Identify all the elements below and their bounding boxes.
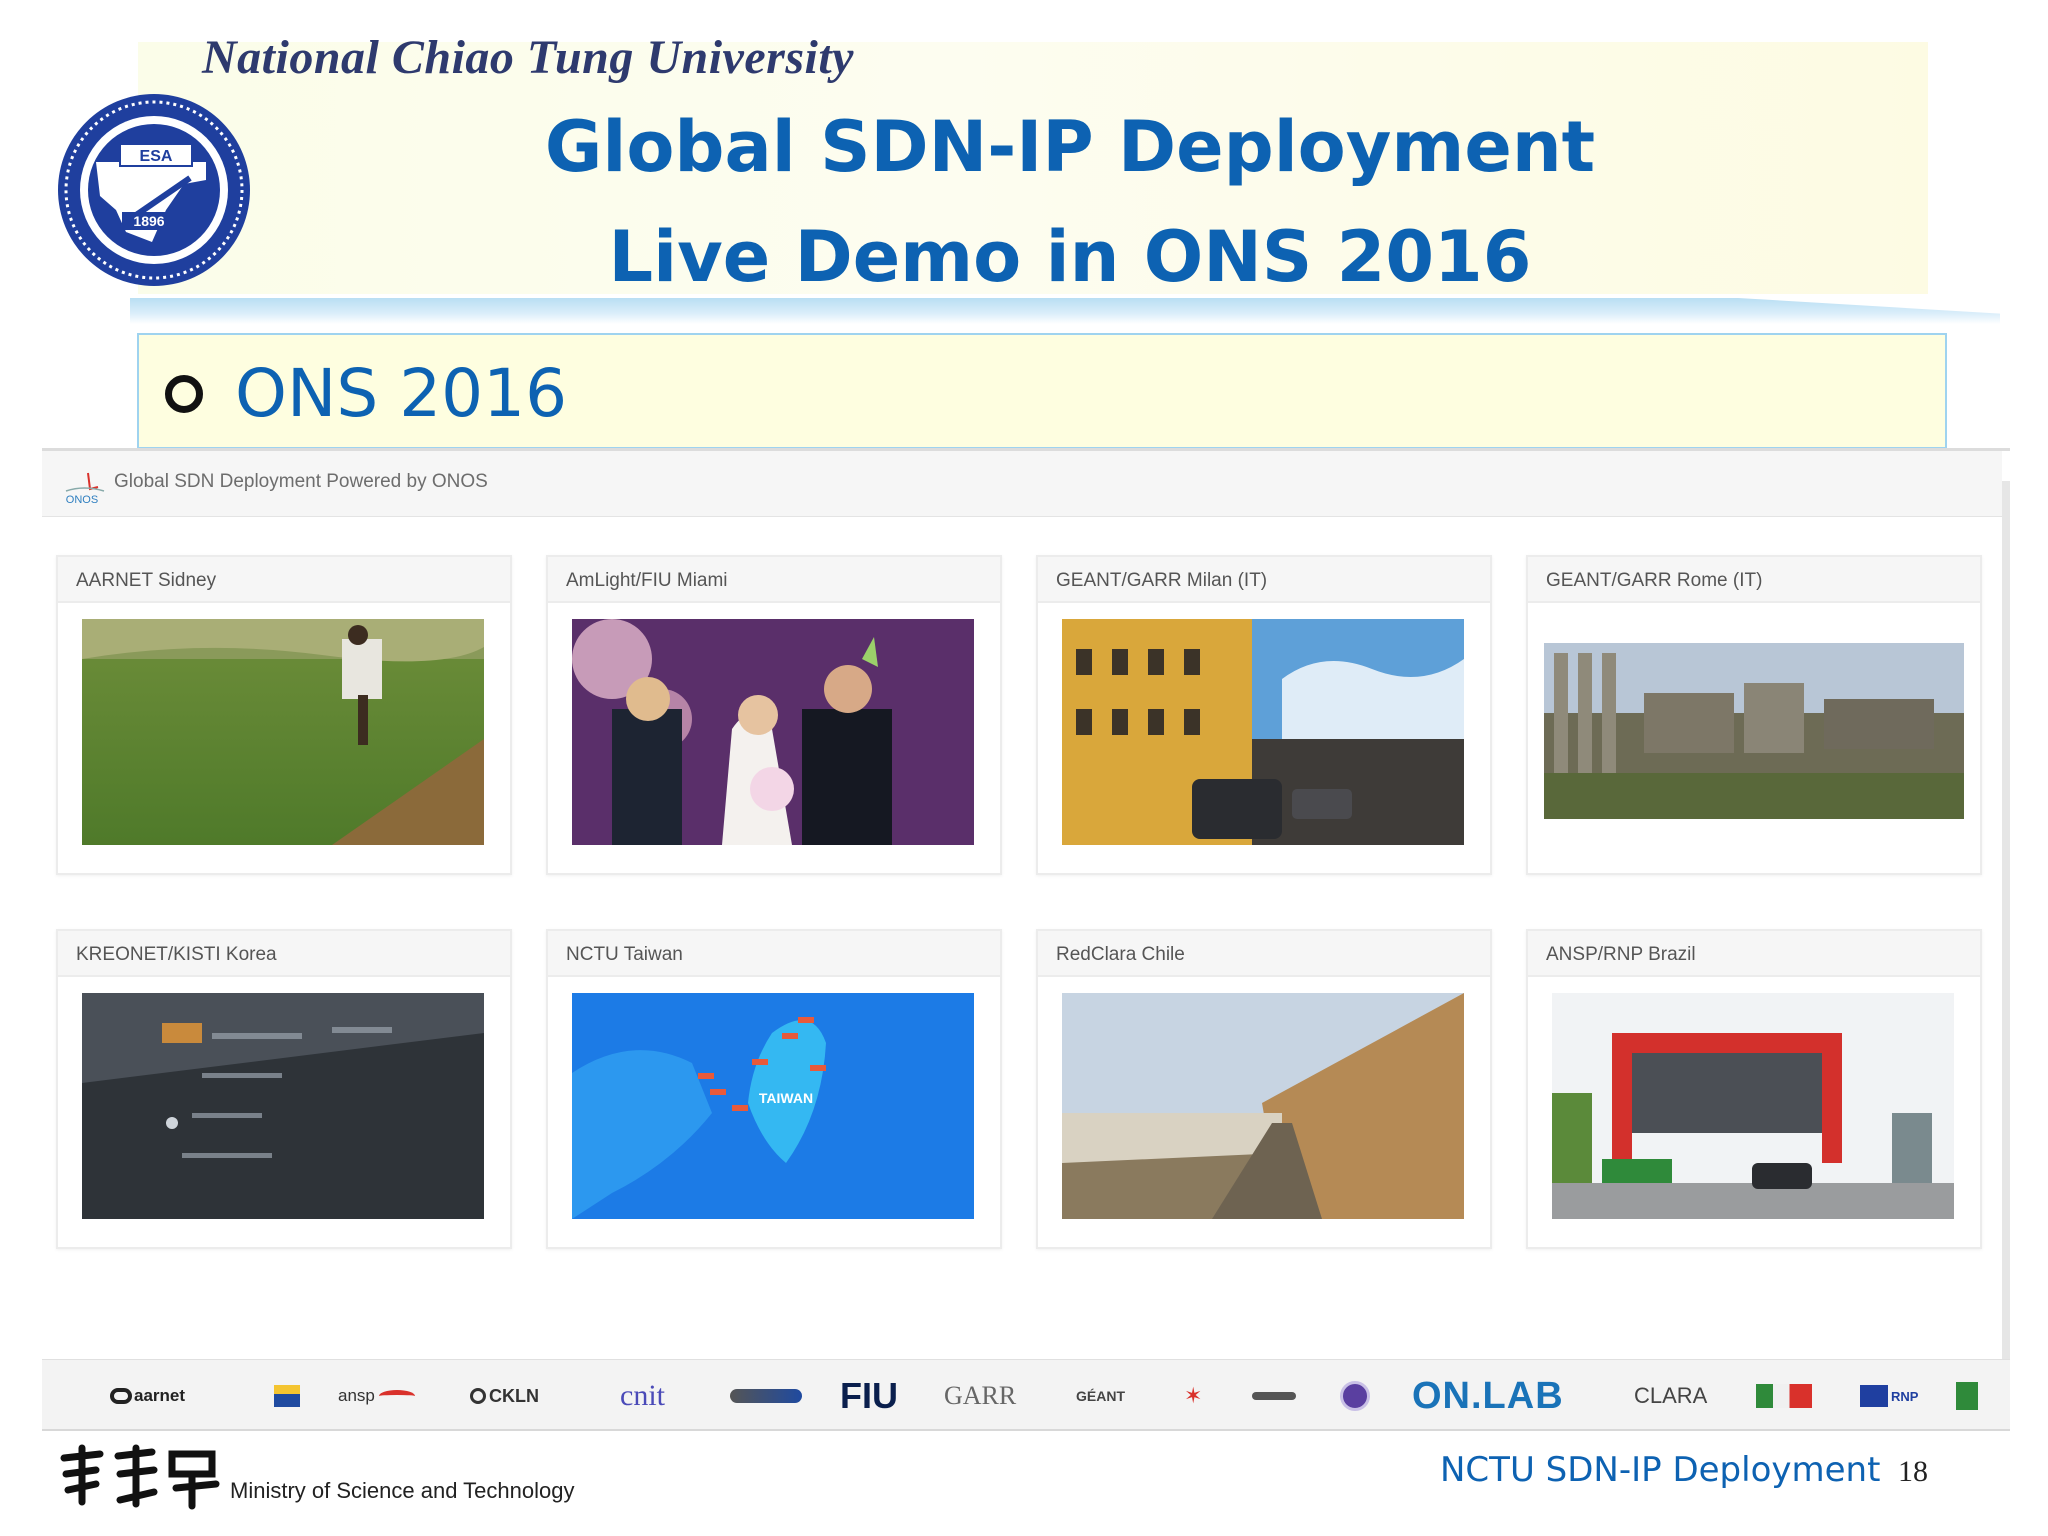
sponsor-small-icon <box>1252 1360 1296 1432</box>
footer-deck-title: NCTU SDN-IP Deployment <box>1440 1450 1881 1490</box>
taiwan-map-icon[interactable]: TAIWAN <box>572 993 974 1219</box>
city-street-icon[interactable] <box>1062 619 1464 845</box>
slide-title-line2: Live Demo in ONS 2016 <box>608 216 1532 298</box>
ansp-swoosh-icon <box>378 1390 415 1402</box>
card-label: ANSP/RNP Brazil <box>1528 931 1980 977</box>
bullet-text: ONS 2016 <box>235 355 568 432</box>
seal-year: 1896 <box>133 213 164 229</box>
sponsor-onlab: ON.LAB <box>1412 1374 1564 1417</box>
sponsor-rnp: RNP <box>1860 1360 1918 1432</box>
sponsor-createnet-icon <box>730 1360 802 1432</box>
scrollbar[interactable] <box>2002 481 2010 1381</box>
video-card-garr-rome[interactable]: GEANT/GARR Rome (IT) <box>1526 555 1982 875</box>
card-label: AARNET Sidney <box>58 557 510 603</box>
museum-building-icon[interactable] <box>1552 993 1954 1219</box>
video-card-ansp[interactable]: ANSP/RNP Brazil <box>1526 929 1982 1249</box>
video-card-amlight[interactable]: AmLight/FIU Miami <box>546 555 1002 875</box>
bullet-circle-icon <box>165 375 203 413</box>
onos-logo-text: ONOS <box>66 494 98 506</box>
slide-title-line1: Global SDN-IP Deployment <box>544 106 1596 188</box>
onos-logo-icon: ONOS <box>65 472 105 506</box>
seal-letters: ESA <box>140 148 173 165</box>
bullet-box: ONS 2016 <box>137 333 1947 449</box>
sponsor-ckln: CKLN <box>470 1360 539 1432</box>
sponsor-last-icon <box>1956 1360 1978 1432</box>
video-card-nctu[interactable]: NCTU Taiwan TAIWAN <box>546 929 1002 1249</box>
app-bar: ONOS Global SDN Deployment Powered by ON… <box>42 451 2002 517</box>
sponsor-aarnet: aarnet <box>110 1360 185 1432</box>
sponsor-flag2-icon <box>1756 1360 1812 1432</box>
sponsor-logos: aarnet ansp CKLN cnit FIU GARR GÉANT ✶ O… <box>42 1359 2010 1431</box>
video-card-aarnet[interactable]: AARNET Sidney <box>56 555 512 875</box>
sponsor-star-icon: ✶ <box>1184 1383 1203 1408</box>
card-label: GEANT/GARR Rome (IT) <box>1528 557 1980 603</box>
sponsor-clara: CLARA <box>1634 1383 1708 1408</box>
ministry-logo-icon <box>60 1444 220 1510</box>
sponsor-ansp: ansp <box>338 1360 415 1432</box>
card-label: GEANT/GARR Milan (IT) <box>1038 557 1490 603</box>
ministry-name: Ministry of Science and Technology <box>230 1478 575 1503</box>
card-label: KREONET/KISTI Korea <box>58 931 510 977</box>
university-seal-icon: ESA 1896 <box>58 94 250 286</box>
device-panel-icon[interactable] <box>82 993 484 1219</box>
roman-ruins-icon[interactable] <box>1544 643 1964 819</box>
sponsor-round-icon <box>1340 1360 1370 1432</box>
page-number: 18 <box>1898 1455 1928 1488</box>
video-card-garr-milan[interactable]: GEANT/GARR Milan (IT) <box>1036 555 1492 875</box>
ckln-logo-icon <box>470 1388 486 1404</box>
video-card-kreonet[interactable]: KREONET/KISTI Korea <box>56 929 512 1249</box>
card-label: NCTU Taiwan <box>548 931 1000 977</box>
sponsor-geant: GÉANT <box>1076 1388 1125 1404</box>
video-card-redclara[interactable]: RedClara Chile <box>1036 929 1492 1249</box>
map-label: TAIWAN <box>759 1090 813 1106</box>
university-name: National Chiao Tung University <box>202 31 854 84</box>
coastal-road-icon[interactable] <box>1062 993 1464 1219</box>
card-label: RedClara Chile <box>1038 931 1490 977</box>
sponsor-flag-icon <box>274 1360 300 1432</box>
sponsor-fiu: FIU <box>840 1375 898 1416</box>
slide-title: Global SDN-IP Deployment Live Demo in ON… <box>300 92 1840 312</box>
sponsor-cnit: cnit <box>620 1379 665 1412</box>
card-label: AmLight/FIU Miami <box>548 557 1000 603</box>
aarnet-logo-icon <box>110 1388 132 1404</box>
grass-field-person-icon[interactable] <box>82 619 484 845</box>
sponsor-garr: GARR <box>944 1381 1017 1410</box>
app-title: Global SDN Deployment Powered by ONOS <box>114 471 488 492</box>
onos-dashboard-screenshot: ONOS Global SDN Deployment Powered by ON… <box>42 448 2010 1431</box>
wedding-video-icon[interactable] <box>572 619 974 845</box>
